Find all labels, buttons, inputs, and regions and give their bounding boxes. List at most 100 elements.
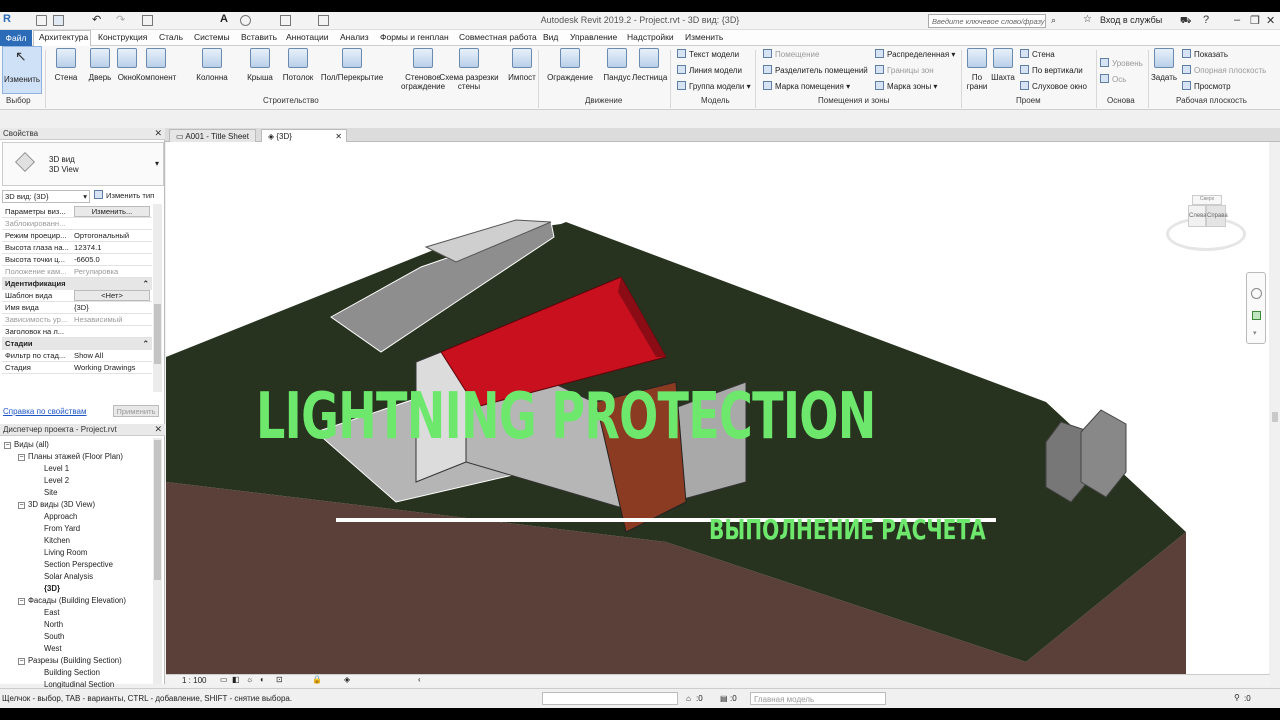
ramp-button[interactable]: Пандус [600,46,634,94]
shadows-icon[interactable]: ◐ [260,675,265,684]
ref-plane-button[interactable]: Опорная плоскость [1182,65,1266,75]
browser-item[interactable]: − Фасады (Building Elevation) [18,596,126,605]
tab-3d-view[interactable]: ◈ {3D} ✕ [261,129,347,142]
railing-button[interactable]: Ограждение [546,46,594,94]
property-row[interactable]: Шаблон вида <Нет> [2,290,152,302]
browser-item[interactable]: East [44,608,60,617]
property-row[interactable]: Имя вида {3D} [2,302,152,314]
viewcube-top-face[interactable]: Сверх [1192,195,1222,205]
property-row[interactable]: Высота точки ц... -6605.0 [2,254,152,266]
ceiling-button[interactable]: Потолок [282,46,314,94]
binoculars-icon[interactable]: ⌕ [1051,15,1056,26]
browser-item[interactable]: − Виды (all) [4,440,49,449]
property-row[interactable]: Заблокированн... [2,218,152,230]
room-separator-button[interactable]: Разделитель помещений [763,65,868,75]
expand-toggle-icon[interactable]: − [18,454,25,461]
main-model-selector[interactable]: Главная модель [750,692,886,705]
wall-button[interactable]: Стена [50,46,82,94]
browser-item[interactable]: Section Perspective [44,560,113,569]
menu-structure[interactable]: Конструкция [98,32,147,42]
menu-systems[interactable]: Системы [194,32,230,42]
column-button[interactable]: Колонна [196,46,228,94]
browser-item[interactable]: Site [44,488,57,497]
property-row[interactable]: Заголовок на л... [2,326,152,338]
menu-analyze[interactable]: Анализ [340,32,369,42]
model-group-button[interactable]: Группа модели ▾ [677,81,751,91]
collapse-icon[interactable]: ⌃ [143,339,149,348]
scroll-thumb[interactable] [154,304,161,364]
status-input[interactable] [542,692,678,705]
viewcube[interactable]: Слева Справа Сверх [1166,187,1246,257]
set-workplane-button[interactable]: Задать [1150,46,1178,94]
close-icon[interactable]: ✕ [154,128,162,139]
hide-icon[interactable]: ◈ [344,675,350,684]
browser-item[interactable]: Kitchen [44,536,70,545]
edit-type-button[interactable]: Изменить тип [94,190,154,200]
component-button[interactable]: Компонент [136,46,176,94]
detail-level-icon[interactable]: ▭ [220,675,228,684]
navigation-bar[interactable]: ▾ [1246,272,1266,344]
shaft-button[interactable]: Шахта [990,46,1016,94]
viewport-scrollbar[interactable] [1270,142,1280,687]
minimize-button[interactable]: – [1234,14,1240,26]
expand-toggle-icon[interactable]: − [18,502,25,509]
property-row[interactable]: Режим проецир... Ортогональный [2,230,152,242]
login-button[interactable]: Вход в службы [1100,15,1162,25]
browser-item[interactable]: Level 2 [44,476,69,485]
menu-steel[interactable]: Сталь [159,32,183,42]
expand-toggle-icon[interactable]: − [18,658,25,665]
roof-button[interactable]: Крыша [244,46,276,94]
vertical-opening-button[interactable]: По вертикали [1020,65,1083,75]
viewcube-left-face[interactable]: Слева [1188,205,1207,227]
menu-annotate[interactable]: Аннотации [286,32,329,42]
area-boundary-button[interactable]: Границы зон [875,65,934,75]
browser-scrollbar[interactable] [153,438,162,684]
menu-massing[interactable]: Формы и генплан [380,32,449,42]
restore-button[interactable]: ❐ [1250,14,1260,27]
browser-item[interactable]: South [44,632,64,641]
modify-button[interactable]: ↖ Изменить [2,46,42,94]
browser-item[interactable]: West [44,644,62,653]
browser-item[interactable]: Level 1 [44,464,69,473]
visual-style-icon[interactable]: ◧ [232,675,240,684]
menu-addins[interactable]: Надстройки [627,32,674,42]
mullion-button[interactable]: Импост [506,46,538,94]
filter-icon[interactable]: ⚲ [1234,693,1240,702]
close-icon[interactable]: ✕ [335,132,342,141]
expand-toggle-icon[interactable]: − [4,442,11,449]
browser-item[interactable]: − Планы этажей (Floor Plan) [18,452,123,461]
floor-button[interactable]: Пол/Перекрытие [320,46,384,94]
room-button[interactable]: Помещение [763,49,819,59]
browser-item[interactable]: −3D виды (3D View) [18,500,95,509]
browser-item[interactable]: Building Section [44,668,100,677]
chevron-left-icon[interactable]: ‹ [418,675,421,684]
by-face-button[interactable]: По грани [963,46,991,94]
menu-collaborate[interactable]: Совместная работа [459,32,537,42]
level-button[interactable]: Уровень [1100,58,1143,68]
property-row[interactable]: Зависимость ур... Независимый [2,314,152,326]
property-row[interactable]: Стадия Working Drawings [2,362,152,374]
area-tag-button[interactable]: Марка зоны ▾ [875,81,937,91]
model-text-button[interactable]: Текст модели [677,49,739,59]
curtain-grid-button[interactable]: Схема разрезки стены [439,46,499,94]
menu-insert[interactable]: Вставить [241,32,277,42]
properties-scrollbar[interactable] [153,204,162,392]
sun-path-icon[interactable]: ☼ [246,675,253,684]
stair-button[interactable]: Лестница [632,46,667,94]
close-button[interactable]: ✕ [1266,14,1275,27]
close-icon[interactable]: ✕ [154,424,162,435]
expand-toggle-icon[interactable]: − [18,598,25,605]
show-workplane-button[interactable]: Показать [1182,49,1228,59]
browser-item[interactable]: {3D} [44,584,60,593]
dormer-button[interactable]: Слуховое окно [1020,81,1087,91]
properties-help-link[interactable]: Справка по свойствам [3,407,86,416]
area-button[interactable]: Распределенная ▾ [875,49,955,59]
select-group-label[interactable]: Выбор [6,96,31,105]
browser-item[interactable]: Solar Analysis [44,572,93,581]
help-icon[interactable]: ? [1203,14,1209,26]
tab-title-sheet[interactable]: ▭ A001 - Title Sheet [169,129,256,142]
menu-file[interactable]: Файл [0,30,32,46]
instance-selector[interactable]: 3D вид: {3D} ▾ [2,190,90,203]
collapse-icon[interactable]: ⌃ [143,279,149,288]
property-row[interactable]: Параметры виз... Изменить... [2,206,152,218]
